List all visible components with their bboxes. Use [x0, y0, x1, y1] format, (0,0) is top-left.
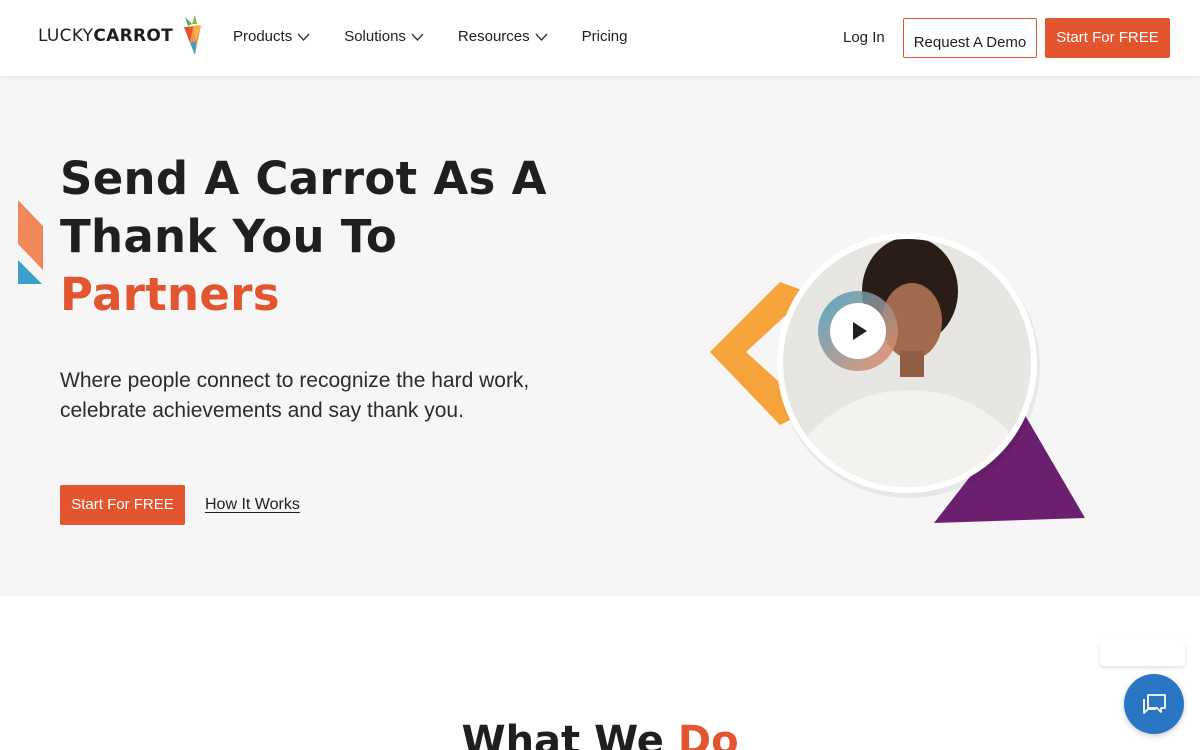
request-demo-button[interactable]: Request A Demo [903, 18, 1037, 58]
chevron-down-icon [411, 33, 424, 41]
nav-resources[interactable]: Resources [458, 28, 548, 45]
how-it-works-link[interactable]: How It Works [205, 496, 300, 514]
hero-title-line1: Send A Carrot As A [60, 152, 547, 205]
hero-title-line2: Thank You To [60, 210, 398, 263]
nav-pricing-label: Pricing [581, 27, 628, 45]
nav-solutions-label: Solutions [344, 28, 406, 45]
nav-pricing[interactable]: Pricing [582, 27, 628, 45]
hero-video-illustration [710, 233, 1085, 523]
start-free-header-button[interactable]: Start For FREE [1045, 18, 1170, 58]
login-link[interactable]: Log In [843, 29, 885, 46]
start-free-hero-button[interactable]: Start For FREE [60, 485, 185, 525]
hero-title-accent: Partners [60, 268, 280, 321]
carrot-logo-icon [184, 15, 202, 55]
hero-title: Send A Carrot As A Thank You To Partners [60, 150, 580, 324]
main-nav: Products Solutions Resources Pricing [233, 27, 661, 46]
site-header: LUCKYCARROT Products Solutions Resources… [0, 0, 1200, 76]
chat-button[interactable] [1124, 674, 1184, 734]
logo[interactable]: LUCKYCARROT [38, 14, 203, 58]
nav-resources-label: Resources [457, 28, 530, 45]
chat-icon [1143, 694, 1166, 714]
chevron-down-icon [535, 33, 548, 41]
logo-text: LUCKYCARROT [38, 26, 174, 46]
what-we-do-title-accent: Do [677, 718, 739, 750]
decorative-shape [18, 200, 43, 284]
chat-popup [1100, 640, 1185, 666]
nav-products-label: Products [233, 28, 293, 45]
chevron-down-icon [297, 33, 310, 41]
hero-subtitle: Where people connect to recognize the ha… [60, 369, 530, 422]
nav-solutions[interactable]: Solutions [344, 28, 424, 45]
what-we-do-title: What We Do [0, 718, 1200, 750]
what-we-do-title-main: What We [461, 718, 664, 750]
nav-products[interactable]: Products [233, 28, 310, 45]
